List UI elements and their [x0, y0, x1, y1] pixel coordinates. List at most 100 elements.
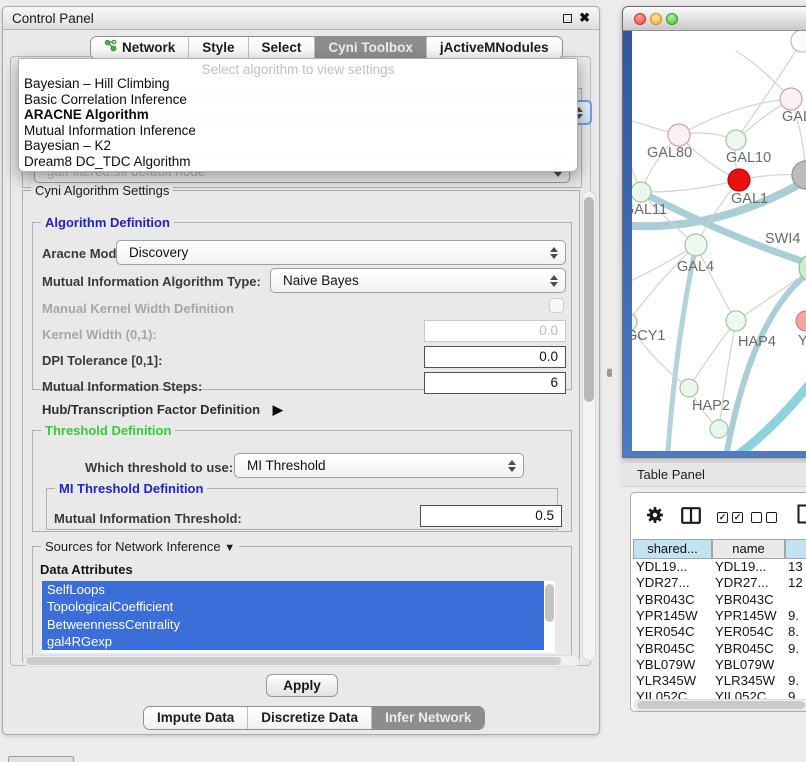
settings-vertical-scrollbar[interactable] — [582, 191, 596, 661]
scrollbar-thumb[interactable] — [637, 701, 805, 709]
table-cell[interactable]: YBL079W — [636, 657, 695, 672]
tab-impute-data[interactable]: Impute Data — [144, 707, 248, 729]
table-cell[interactable]: YLR345W — [636, 673, 696, 688]
algorithm-option-dream8-dc-tdc-algorithm[interactable]: Dream8 DC_TDC Algorithm — [19, 154, 577, 170]
manual-kernel-checkbox[interactable] — [549, 298, 564, 313]
network-node-gal1[interactable] — [728, 169, 750, 191]
document-icon[interactable] — [797, 504, 806, 529]
table-cell[interactable]: YLR345W — [715, 673, 775, 688]
table-cell[interactable]: YER054C — [715, 624, 774, 639]
table-row[interactable]: YBR045C YBR045C 9. — [631, 641, 806, 657]
table-cell[interactable]: YPR145W — [715, 608, 777, 623]
network-node-gal80[interactable] — [668, 124, 690, 146]
scrollbar-thumb[interactable] — [26, 657, 561, 665]
tab-infer-network[interactable]: Infer Network — [372, 707, 484, 729]
control-panel-titlebar[interactable]: Control Panel ✖ — [3, 7, 599, 30]
table-cell[interactable]: 12 — [788, 575, 803, 590]
algorithm-option-aracne-algorithm[interactable]: ARACNE Algorithm — [19, 107, 577, 123]
mi-type-combo[interactable]: Naive Bayes — [270, 268, 566, 293]
table-cell[interactable]: YBR045C — [636, 641, 695, 656]
network-node-hap4[interactable] — [726, 311, 746, 331]
algorithm-option-mutual-information-inference[interactable]: Mutual Information Inference — [19, 123, 577, 139]
zoom-traffic-light[interactable] — [666, 13, 678, 25]
table-row[interactable]: YLR345W YLR345W 9. — [631, 673, 806, 689]
network-node-gal4[interactable] — [685, 234, 707, 256]
network-node-gal10[interactable] — [726, 130, 746, 150]
table-row[interactable]: YDR27... YDR27... 12 — [631, 575, 806, 591]
column-header-name[interactable]: name — [712, 539, 785, 559]
close-icon[interactable]: ✖ — [579, 10, 590, 26]
node-label: GAL1 — [731, 191, 768, 207]
algorithm-definition-legend: Algorithm Definition — [41, 215, 174, 230]
table-cell[interactable]: 9. — [788, 641, 799, 656]
tab-discretize-data[interactable]: Discretize Data — [248, 707, 372, 729]
close-traffic-light[interactable] — [634, 13, 646, 25]
scrollbar-thumb[interactable] — [584, 197, 594, 402]
settings-horizontal-scrollbar[interactable] — [23, 655, 580, 667]
network-node-hap2[interactable] — [680, 379, 698, 397]
algorithm-option-basic-correlation-inference[interactable]: Basic Correlation Inference — [19, 92, 577, 108]
which-threshold-combo[interactable]: MI Threshold — [234, 453, 524, 478]
table-horizontal-scrollbar[interactable] — [634, 699, 806, 711]
mi-steps-field[interactable]: 6 — [424, 372, 566, 394]
table-cell[interactable]: YBR043C — [636, 592, 695, 607]
node-label: SWI4 — [765, 231, 800, 247]
table-row[interactable]: YDL19... YDL19... 13 — [631, 559, 806, 575]
table-row[interactable]: YBR043C YBR043C — [631, 592, 806, 608]
table-row[interactable]: YPR145W YPR145W 9. — [631, 608, 806, 624]
table-cell[interactable]: YDR27... — [636, 575, 690, 590]
splitter-grip[interactable] — [607, 368, 612, 377]
dpi-tolerance-field[interactable]: 0.0 — [424, 346, 566, 368]
sources-legend[interactable]: Sources for Network Inference ▼ — [41, 539, 239, 554]
attribute-item-betweennesscentrality[interactable]: BetweennessCentrality — [42, 616, 544, 633]
collapsed-panel-handle[interactable] — [8, 756, 74, 762]
table-cell[interactable]: 9. — [788, 673, 799, 688]
apply-button[interactable]: Apply — [266, 674, 338, 697]
tab-jactivemnodules[interactable]: jActiveMNodules — [427, 37, 562, 59]
tab-style[interactable]: Style — [189, 37, 248, 59]
network-node-y[interactable] — [796, 311, 806, 331]
attribute-item-gal4rgexp[interactable]: gal4RGexp — [42, 633, 544, 650]
network-node[interactable] — [791, 31, 806, 52]
table-cell[interactable]: 13 — [788, 559, 803, 574]
column-header-3[interactable] — [785, 539, 806, 559]
select-all-checks-icon[interactable]: ✓✓ — [717, 512, 747, 530]
attribute-item-selfloops[interactable]: SelfLoops — [42, 581, 544, 598]
tab-network[interactable]: Network — [91, 37, 189, 59]
table-cell[interactable]: YDL19... — [715, 559, 766, 574]
deselect-all-checks-icon[interactable] — [751, 512, 781, 530]
columns-icon[interactable] — [681, 507, 701, 529]
gear-icon[interactable] — [646, 506, 664, 529]
attribute-item-topologicalcoefficient[interactable]: TopologicalCoefficient — [42, 598, 544, 615]
network-node-gal[interactable] — [780, 88, 802, 110]
tab-select[interactable]: Select — [249, 37, 316, 59]
mi-threshold-field[interactable]: 0.5 — [420, 505, 562, 527]
table-cell[interactable]: YDR27... — [715, 575, 769, 590]
table-row[interactable]: YER054C YER054C 8. — [631, 624, 806, 640]
table-cell[interactable]: YBL079W — [715, 657, 774, 672]
float-window-icon[interactable] — [563, 14, 572, 23]
table-cell[interactable]: 9. — [788, 608, 799, 623]
minimize-traffic-light[interactable] — [650, 13, 662, 25]
algorithm-option-bayesian-hill-climbing[interactable]: Bayesian – Hill Climbing — [19, 76, 577, 92]
table-row[interactable]: YBL079W YBL079W — [631, 657, 806, 673]
node-label: HAP4 — [738, 334, 776, 350]
table-cell[interactable]: YER054C — [636, 624, 695, 639]
table-body: YDL19... YDL19... 13 YDR27... YDR27... 12 YBR0… — [631, 559, 806, 705]
table-cell[interactable]: YBR045C — [715, 641, 774, 656]
kernel-width-field[interactable]: 0.0 — [424, 320, 566, 342]
network-node-gal11[interactable] — [632, 182, 651, 202]
hub-definition-toggle[interactable]: Hub/Transcription Factor Definition ▶ — [42, 402, 283, 418]
network-window-titlebar[interactable] — [623, 7, 806, 31]
network-canvas[interactable]: GALGAL80GAL10GAL1GAL11SWI4GAL4GCY1HAP4YH… — [632, 31, 806, 451]
network-node[interactable] — [710, 420, 728, 438]
list-scrollbar-thumb[interactable] — [545, 584, 554, 622]
tab-cyni-toolbox[interactable]: Cyni Toolbox — [315, 37, 427, 59]
aracne-mode-combo[interactable]: Discovery — [116, 240, 566, 265]
column-header-shared[interactable]: shared... — [633, 539, 712, 559]
table-cell[interactable]: YDL19... — [636, 559, 687, 574]
table-cell[interactable]: YPR145W — [636, 608, 698, 623]
table-cell[interactable]: 8. — [788, 624, 799, 639]
algorithm-option-bayesian-k2[interactable]: Bayesian – K2 — [19, 138, 577, 154]
table-cell[interactable]: YBR043C — [715, 592, 774, 607]
